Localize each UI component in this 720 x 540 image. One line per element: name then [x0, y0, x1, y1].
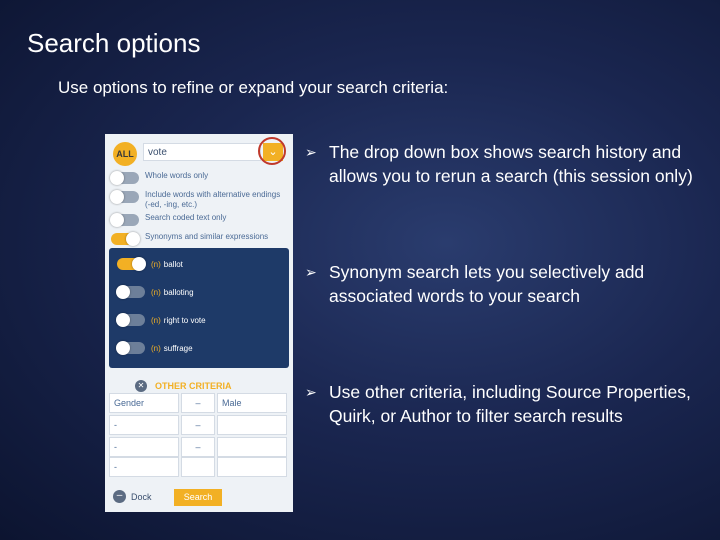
synonym-item[interactable]: (n) ballot	[117, 257, 183, 271]
arrow-bullet-icon: ➢	[305, 384, 317, 400]
criteria-value[interactable]	[217, 437, 287, 457]
toggle-switch[interactable]	[116, 313, 145, 327]
synonym-item[interactable]: (n) suffrage	[116, 341, 193, 355]
arrow-bullet-icon: ➢	[305, 144, 317, 160]
synonym-word: balloting	[163, 287, 194, 297]
option-label: Whole words only	[145, 171, 209, 180]
toggle-switch[interactable]	[116, 285, 145, 299]
bullet-text: Use other criteria, including Source Pro…	[329, 382, 691, 426]
bullet-item: ➢ The drop down box shows search history…	[305, 140, 705, 188]
criteria-operator[interactable]: –	[181, 415, 215, 435]
other-criteria-label: OTHER CRITERIA	[155, 381, 232, 391]
synonym-word: ballot	[163, 259, 183, 269]
option-label: Search coded text only	[145, 213, 227, 222]
option-synonyms[interactable]: Synonyms and similar expressions	[111, 232, 269, 246]
toggle-switch[interactable]	[110, 171, 139, 185]
criteria-value[interactable]	[217, 415, 287, 435]
toggle-switch[interactable]	[117, 257, 146, 271]
dock-label: Dock	[131, 491, 152, 502]
option-label: Include words with alternative endings (…	[145, 190, 281, 209]
part-of-speech-tag: (n)	[151, 259, 161, 269]
part-of-speech-tag: (n)	[151, 287, 161, 297]
criteria-field[interactable]: -	[109, 437, 179, 457]
criteria-field[interactable]: -	[109, 457, 179, 477]
option-alternative-endings[interactable]: Include words with alternative endings (…	[110, 190, 281, 210]
option-coded-text[interactable]: Search coded text only	[110, 213, 227, 227]
option-label: Synonyms and similar expressions	[145, 232, 269, 241]
criteria-value[interactable]: Male	[217, 393, 287, 413]
criteria-value[interactable]	[217, 457, 287, 477]
synonym-item[interactable]: (n) balloting	[116, 285, 194, 299]
search-input[interactable]: vote	[143, 143, 261, 161]
option-whole-words[interactable]: Whole words only	[110, 171, 209, 185]
part-of-speech-tag: (n)	[151, 315, 161, 325]
slide-title: Search options	[27, 28, 201, 58]
search-button[interactable]: Search	[174, 489, 222, 506]
minus-icon: –	[113, 490, 126, 503]
toggle-switch[interactable]	[110, 213, 139, 227]
criteria-field[interactable]: Gender	[109, 393, 179, 413]
other-criteria-header: ✕ OTHER CRITERIA	[135, 380, 232, 392]
close-icon[interactable]: ✕	[135, 380, 147, 392]
criteria-operator[interactable]: –	[181, 393, 215, 413]
criteria-field[interactable]: -	[109, 415, 179, 435]
bullet-item: ➢ Synonym search lets you selectively ad…	[305, 260, 705, 308]
part-of-speech-tag: (n)	[151, 343, 161, 353]
search-options-panel: ALL vote ⌄ Whole words only Include word…	[105, 134, 293, 512]
dock-button[interactable]: – Dock	[113, 490, 152, 503]
toggle-switch[interactable]	[111, 232, 140, 246]
highlight-ring	[258, 137, 286, 165]
slide-subtitle: Use options to refine or expand your sea…	[58, 78, 449, 97]
bullet-item: ➢ Use other criteria, including Source P…	[305, 380, 705, 428]
bullet-text: The drop down box shows search history a…	[329, 142, 693, 186]
criteria-operator[interactable]: –	[181, 437, 215, 457]
criteria-operator[interactable]	[181, 457, 215, 477]
synonym-list: (n) ballot (n) balloting (n) right to vo…	[109, 248, 289, 368]
synonym-item[interactable]: (n) right to vote	[116, 313, 206, 327]
arrow-bullet-icon: ➢	[305, 264, 317, 280]
toggle-switch[interactable]	[116, 341, 145, 355]
all-scope-button[interactable]: ALL	[113, 142, 137, 166]
toggle-switch[interactable]	[110, 190, 139, 204]
synonym-word: right to vote	[163, 315, 206, 325]
synonym-word: suffrage	[163, 343, 193, 353]
bullet-text: Synonym search lets you selectively add …	[329, 262, 645, 306]
